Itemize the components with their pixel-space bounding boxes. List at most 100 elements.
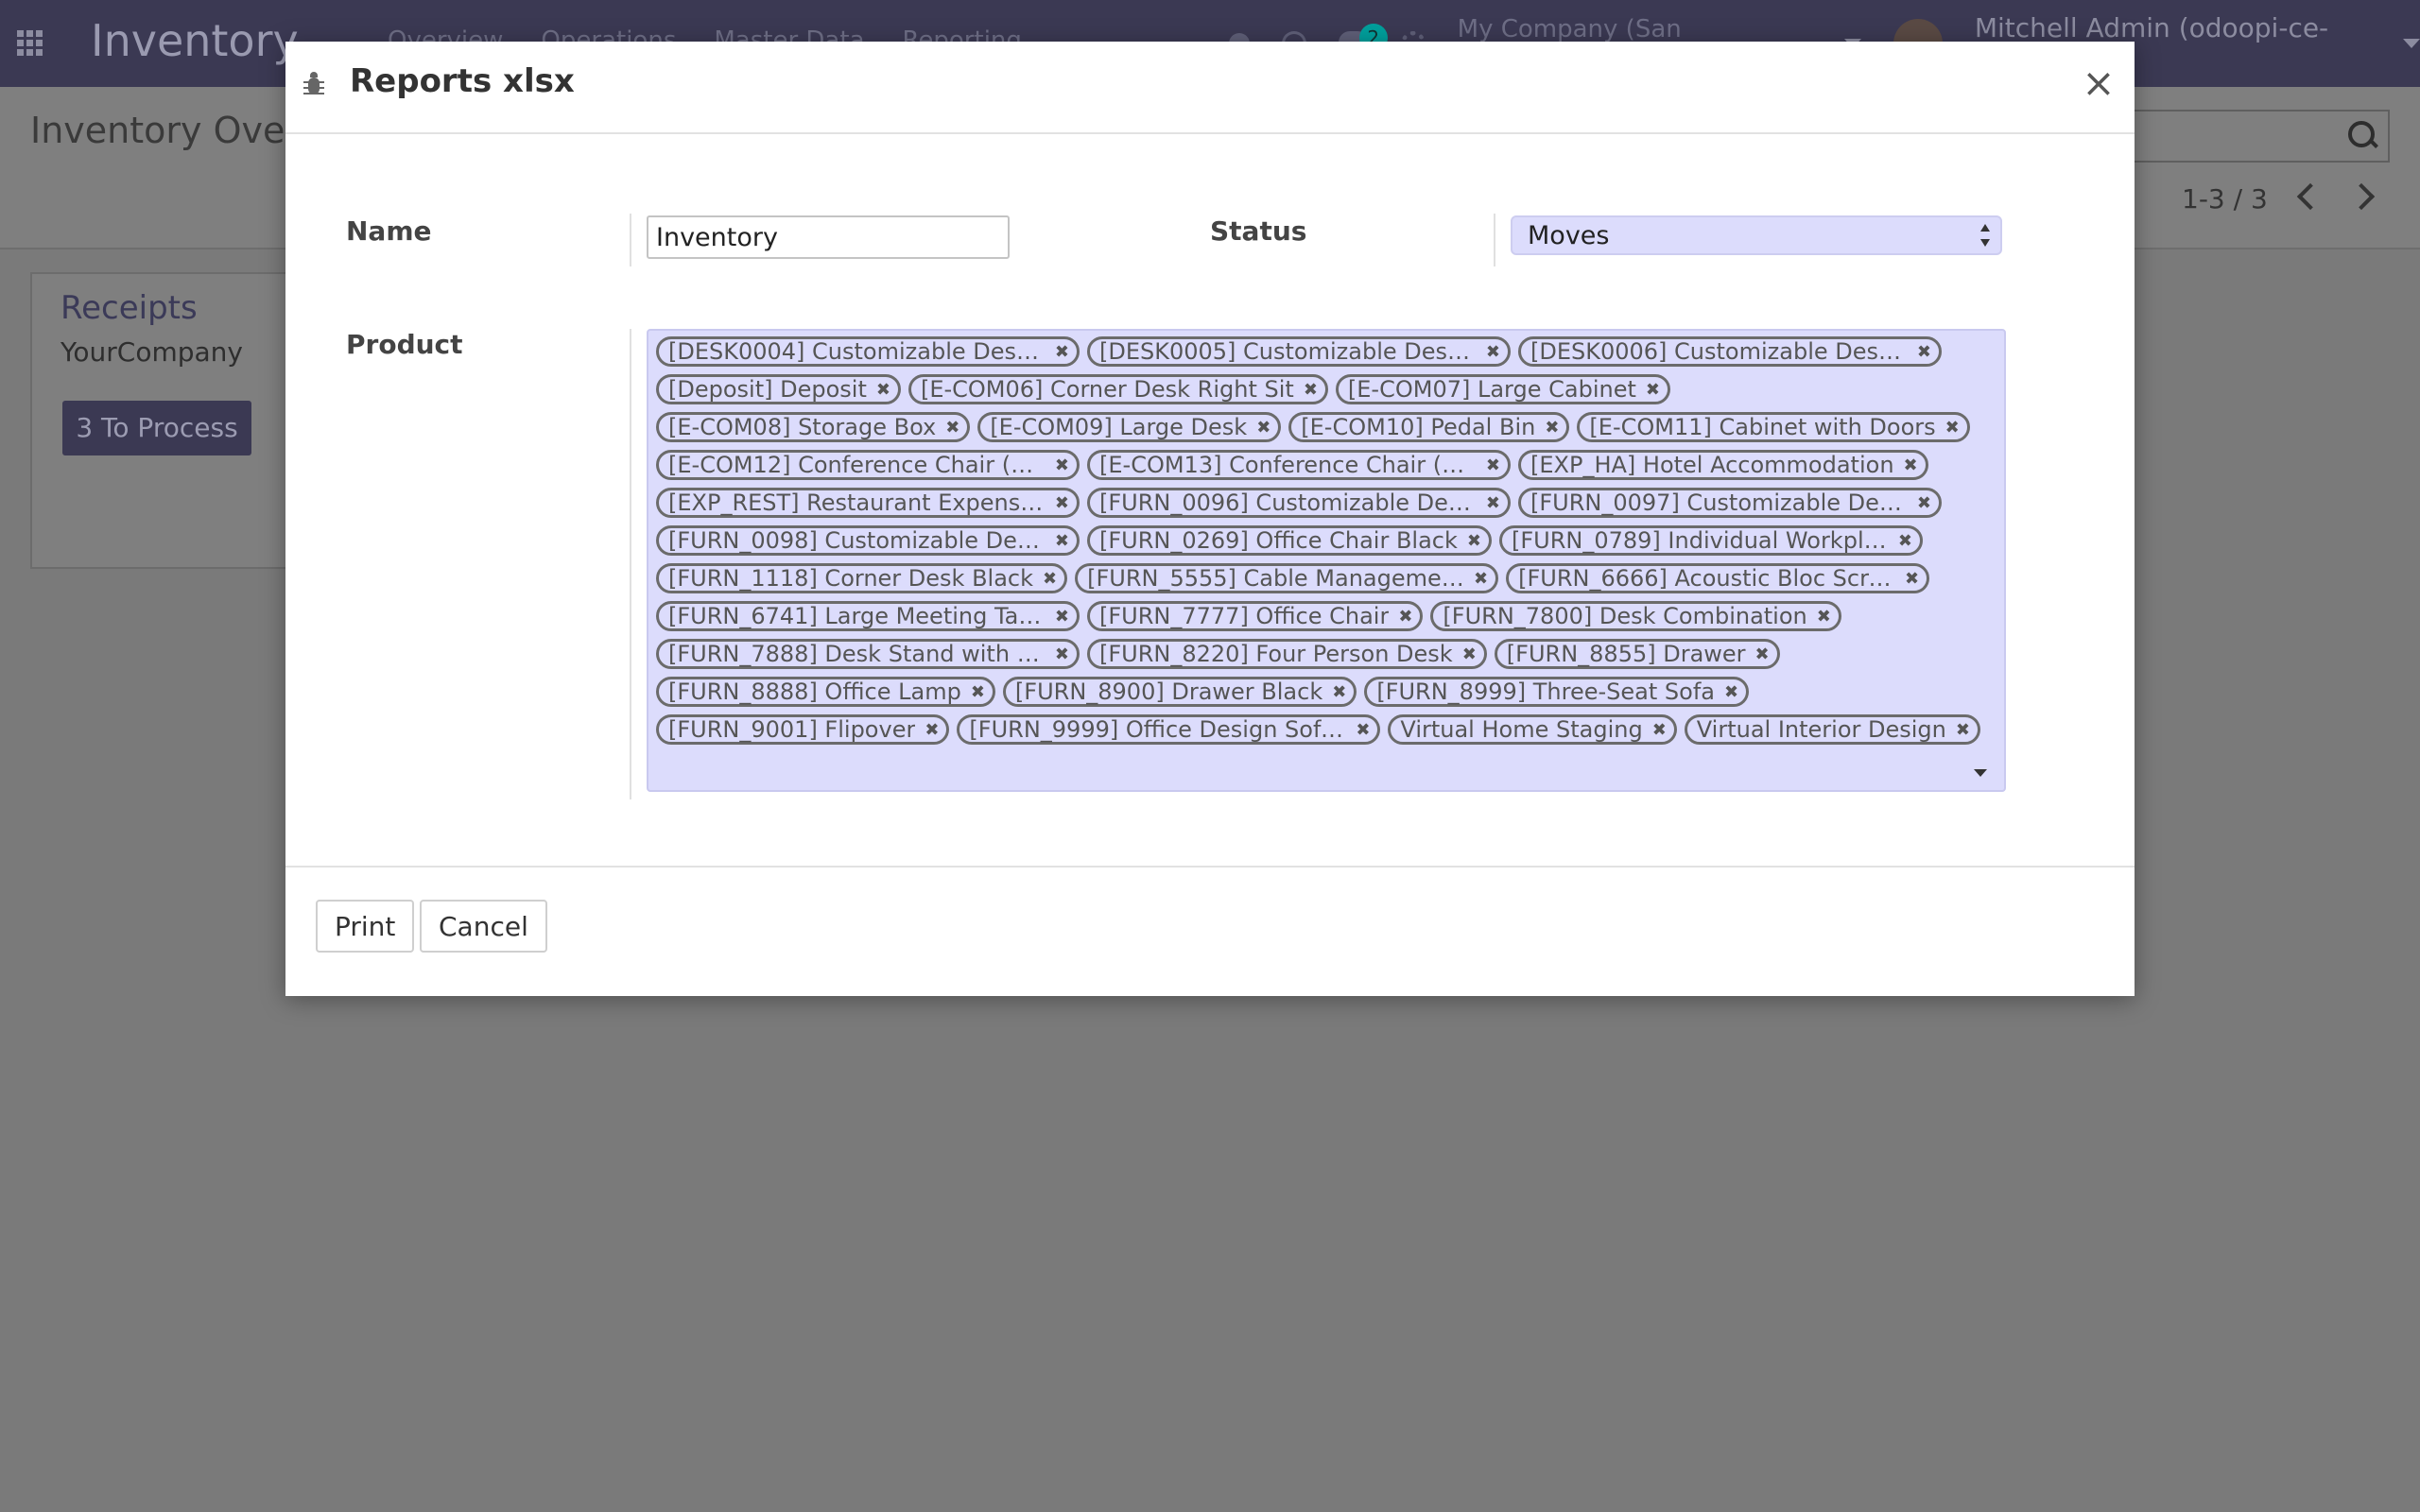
product-tags: [DESK0004] Customizable Desk (Aluminium,… <box>656 336 1989 745</box>
product-tag-label: [E-COM10] Pedal Bin <box>1301 414 1536 440</box>
product-tag[interactable]: [E-COM06] Corner Desk Right Sit ✖ <box>908 374 1328 404</box>
product-tag[interactable]: [FURN_9999] Office Design Software ✖ <box>957 714 1381 745</box>
remove-tag-icon[interactable]: ✖ <box>1755 644 1770 664</box>
remove-tag-icon[interactable]: ✖ <box>1055 644 1069 664</box>
remove-tag-icon[interactable]: ✖ <box>1646 380 1660 400</box>
product-tag[interactable]: [DESK0004] Customizable Desk (Aluminium,… <box>656 336 1080 367</box>
product-tag[interactable]: [FURN_7800] Desk Combination ✖ <box>1430 601 1841 631</box>
name-field[interactable] <box>647 215 1010 259</box>
remove-tag-icon[interactable]: ✖ <box>1917 342 1931 362</box>
product-tag-label: [DESK0005] Customizable Desk (Custom, Wh… <box>1099 338 1477 365</box>
remove-tag-icon[interactable]: ✖ <box>971 682 985 702</box>
remove-tag-icon[interactable]: ✖ <box>1055 493 1069 513</box>
field-divider <box>630 329 631 799</box>
remove-tag-icon[interactable]: ✖ <box>1486 342 1500 362</box>
product-tag[interactable]: [E-COM12] Conference Chair (CONFIG) (Ste… <box>656 450 1080 480</box>
remove-tag-icon[interactable]: ✖ <box>1486 455 1500 475</box>
remove-tag-icon[interactable]: ✖ <box>876 380 890 400</box>
remove-tag-icon[interactable]: ✖ <box>1398 607 1412 627</box>
remove-tag-icon[interactable]: ✖ <box>1332 682 1346 702</box>
product-tag[interactable]: [FURN_8888] Office Lamp ✖ <box>656 677 995 707</box>
product-tag[interactable]: [EXP_REST] Restaurant Expenses ✖ <box>656 488 1080 518</box>
remove-tag-icon[interactable]: ✖ <box>1055 455 1069 475</box>
pager-value[interactable]: 1-3 / 3 <box>2182 183 2268 215</box>
cancel-button[interactable]: Cancel <box>420 900 547 953</box>
remove-tag-icon[interactable]: ✖ <box>1256 418 1270 438</box>
product-tag-label: [E-COM06] Corner Desk Right Sit <box>920 376 1294 403</box>
remove-tag-icon[interactable]: ✖ <box>1467 531 1481 551</box>
chevron-down-icon[interactable] <box>1974 769 1987 777</box>
product-tag[interactable]: [FURN_1118] Corner Desk Black ✖ <box>656 563 1068 593</box>
remove-tag-icon[interactable]: ✖ <box>1304 380 1318 400</box>
remove-tag-icon[interactable]: ✖ <box>1724 682 1738 702</box>
remove-tag-icon[interactable]: ✖ <box>1898 531 1912 551</box>
remove-tag-icon[interactable]: ✖ <box>1474 569 1488 589</box>
remove-tag-icon[interactable]: ✖ <box>1356 720 1370 740</box>
product-tag[interactable]: [FURN_7777] Office Chair ✖ <box>1087 601 1424 631</box>
product-tag[interactable]: [FURN_0096] Customizable Desk (CONFIG) (… <box>1087 488 1511 518</box>
product-tag-label: [E-COM07] Large Cabinet <box>1347 376 1636 403</box>
remove-tag-icon[interactable]: ✖ <box>1043 569 1057 589</box>
product-tag-label: [FURN_7888] Desk Stand with Screen <box>668 641 1046 667</box>
product-tag-label: [E-COM12] Conference Chair (CONFIG) (Ste… <box>668 452 1046 478</box>
name-label: Name <box>346 215 432 247</box>
product-tag[interactable]: [FURN_5555] Cable Management Box ✖ <box>1075 563 1499 593</box>
remove-tag-icon[interactable]: ✖ <box>1652 720 1667 740</box>
remove-tag-icon[interactable]: ✖ <box>1055 342 1069 362</box>
card-title[interactable]: Receipts <box>60 289 198 327</box>
to-process-button[interactable]: 3 To Process <box>62 401 251 455</box>
product-tag[interactable]: [DESK0005] Customizable Desk (Custom, Wh… <box>1087 336 1511 367</box>
remove-tag-icon[interactable]: ✖ <box>1055 531 1069 551</box>
remove-tag-icon[interactable]: ✖ <box>1545 418 1559 438</box>
remove-tag-icon[interactable]: ✖ <box>1904 455 1918 475</box>
product-many2many-tags[interactable]: [DESK0004] Customizable Desk (Aluminium,… <box>647 329 2006 792</box>
product-tag[interactable]: [FURN_8855] Drawer ✖ <box>1494 639 1780 669</box>
product-tag[interactable]: [FURN_0789] Individual Workplace ✖ <box>1498 525 1923 556</box>
remove-tag-icon[interactable]: ✖ <box>1817 607 1831 627</box>
select-arrows-icon <box>1979 224 1991 247</box>
product-tag-label: [FURN_6666] Acoustic Bloc Screens <box>1518 565 1896 592</box>
product-tag-label: Virtual Home Staging <box>1400 716 1643 743</box>
product-tag[interactable]: [FURN_8220] Four Person Desk ✖ <box>1087 639 1487 669</box>
product-tag-label: [Deposit] Deposit <box>668 376 867 403</box>
close-icon[interactable]: × <box>2082 63 2116 103</box>
remove-tag-icon[interactable]: ✖ <box>1055 607 1069 627</box>
product-tag[interactable]: [FURN_0097] Customizable Desk (CONFIG) (… <box>1518 488 1942 518</box>
product-tag[interactable]: [FURN_6666] Acoustic Bloc Screens ✖ <box>1506 563 1930 593</box>
product-tag[interactable]: [EXP_HA] Hotel Accommodation ✖ <box>1518 450 1928 480</box>
product-tag[interactable]: [E-COM11] Cabinet with Doors ✖ <box>1577 412 1970 442</box>
modal-title: Reports xlsx <box>350 62 575 100</box>
product-tag[interactable]: [FURN_0098] Customizable Desk (CONFIG) (… <box>656 525 1080 556</box>
product-tag[interactable]: [E-COM07] Large Cabinet ✖ <box>1335 374 1670 404</box>
product-tag[interactable]: Virtual Interior Design ✖ <box>1684 714 1980 745</box>
product-tag[interactable]: [FURN_7888] Desk Stand with Screen ✖ <box>656 639 1080 669</box>
product-tag[interactable]: [FURN_8900] Drawer Black ✖ <box>1002 677 1357 707</box>
product-tag[interactable]: [FURN_8999] Three-Seat Sofa ✖ <box>1364 677 1750 707</box>
product-tag[interactable]: [E-COM10] Pedal Bin ✖ <box>1288 412 1570 442</box>
product-tag[interactable]: [FURN_0269] Office Chair Black ✖ <box>1087 525 1492 556</box>
remove-tag-icon[interactable]: ✖ <box>1917 493 1931 513</box>
remove-tag-icon[interactable]: ✖ <box>1486 493 1500 513</box>
status-select[interactable]: Moves <box>1511 215 2002 255</box>
remove-tag-icon[interactable]: ✖ <box>1905 569 1919 589</box>
print-button[interactable]: Print <box>316 900 415 953</box>
product-tag[interactable]: [DESK0006] Customizable Desk (Custom, Bl… <box>1518 336 1942 367</box>
product-tag[interactable]: [Deposit] Deposit ✖ <box>656 374 901 404</box>
product-tag-label: Virtual Interior Design <box>1696 716 1946 743</box>
product-tag[interactable]: [FURN_9001] Flipover ✖ <box>656 714 950 745</box>
remove-tag-icon[interactable]: ✖ <box>1956 720 1970 740</box>
app-name[interactable]: Inventory <box>91 15 299 66</box>
remove-tag-icon[interactable]: ✖ <box>1945 418 1960 438</box>
product-tag[interactable]: [E-COM08] Storage Box ✖ <box>656 412 971 442</box>
product-tag-label: [E-COM13] Conference Chair (CONFIG) (Alu… <box>1099 452 1477 478</box>
product-tag[interactable]: Virtual Home Staging ✖ <box>1388 714 1677 745</box>
product-tag[interactable]: [E-COM09] Large Desk ✖ <box>977 412 1282 442</box>
product-tag[interactable]: [FURN_6741] Large Meeting Table ✖ <box>656 601 1080 631</box>
apps-menu-icon[interactable] <box>17 30 43 56</box>
search-icon[interactable] <box>2348 121 2375 147</box>
remove-tag-icon[interactable]: ✖ <box>1462 644 1477 664</box>
product-tag-label: [FURN_7777] Office Chair <box>1099 603 1390 629</box>
product-tag[interactable]: [E-COM13] Conference Chair (CONFIG) (Alu… <box>1087 450 1511 480</box>
remove-tag-icon[interactable]: ✖ <box>925 720 939 740</box>
remove-tag-icon[interactable]: ✖ <box>945 418 959 438</box>
